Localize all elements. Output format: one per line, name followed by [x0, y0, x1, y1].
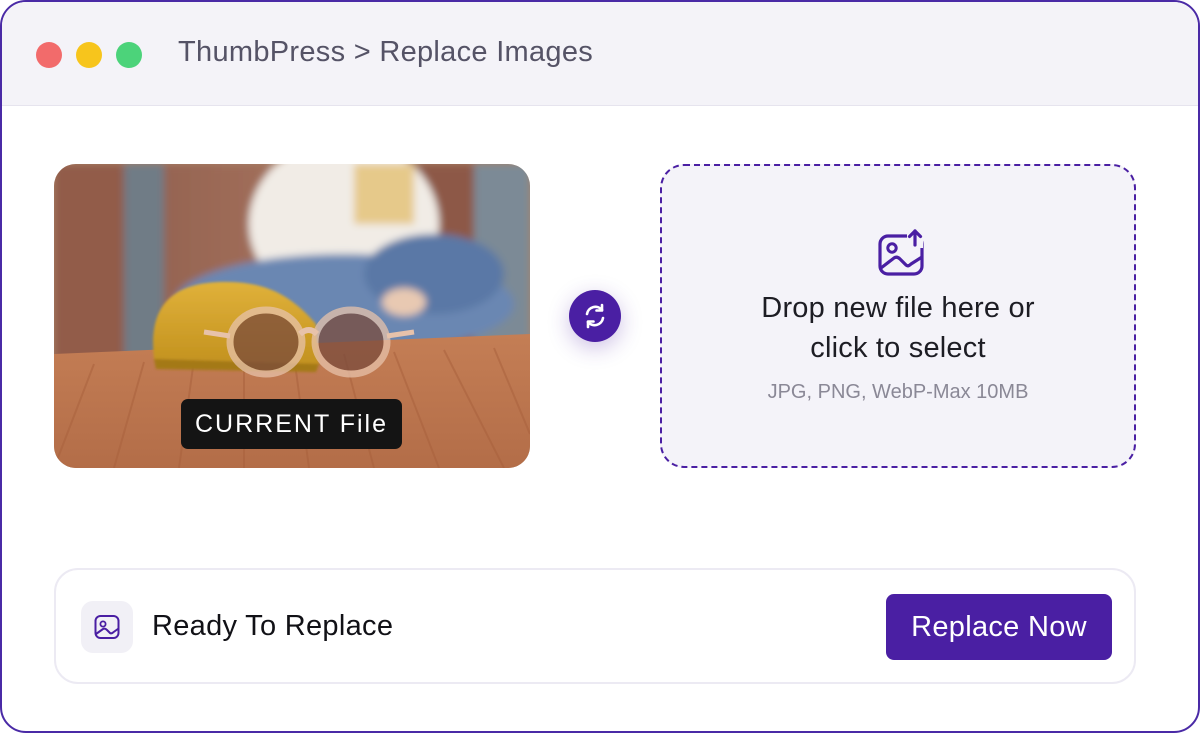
close-window-button[interactable] — [36, 42, 62, 68]
status-label: Ready To Replace — [152, 610, 394, 642]
status-bar: Ready To Replace Replace Now — [54, 568, 1136, 684]
current-image-card: CURRENT File — [54, 164, 530, 468]
title-bar: ThumbPress > Replace Images — [2, 2, 1198, 106]
dropzone-line-2: click to select — [810, 332, 986, 364]
status-icon-container — [81, 601, 133, 653]
dropzone-file-hint: JPG, PNG, WebP-Max 10MB — [767, 381, 1029, 403]
file-dropzone[interactable]: Drop new file here or click to select JP… — [660, 164, 1136, 468]
image-icon — [94, 615, 120, 639]
current-file-badge: CURRENT File — [181, 399, 402, 449]
swap-button[interactable] — [569, 290, 621, 342]
dropzone-line-1: Drop new file here or — [761, 292, 1035, 324]
image-upload-icon — [878, 229, 924, 276]
minimize-window-button[interactable] — [76, 42, 102, 68]
window-title: ThumbPress > Replace Images — [178, 36, 594, 68]
dropzone-instructions: Drop new file here or click to select — [662, 288, 1134, 368]
replace-now-button[interactable]: Replace Now — [886, 594, 1112, 660]
maximize-window-button[interactable] — [116, 42, 142, 68]
swap-arrows-icon — [585, 303, 605, 329]
app-window: ThumbPress > Replace Images CURRENT File… — [0, 0, 1200, 733]
